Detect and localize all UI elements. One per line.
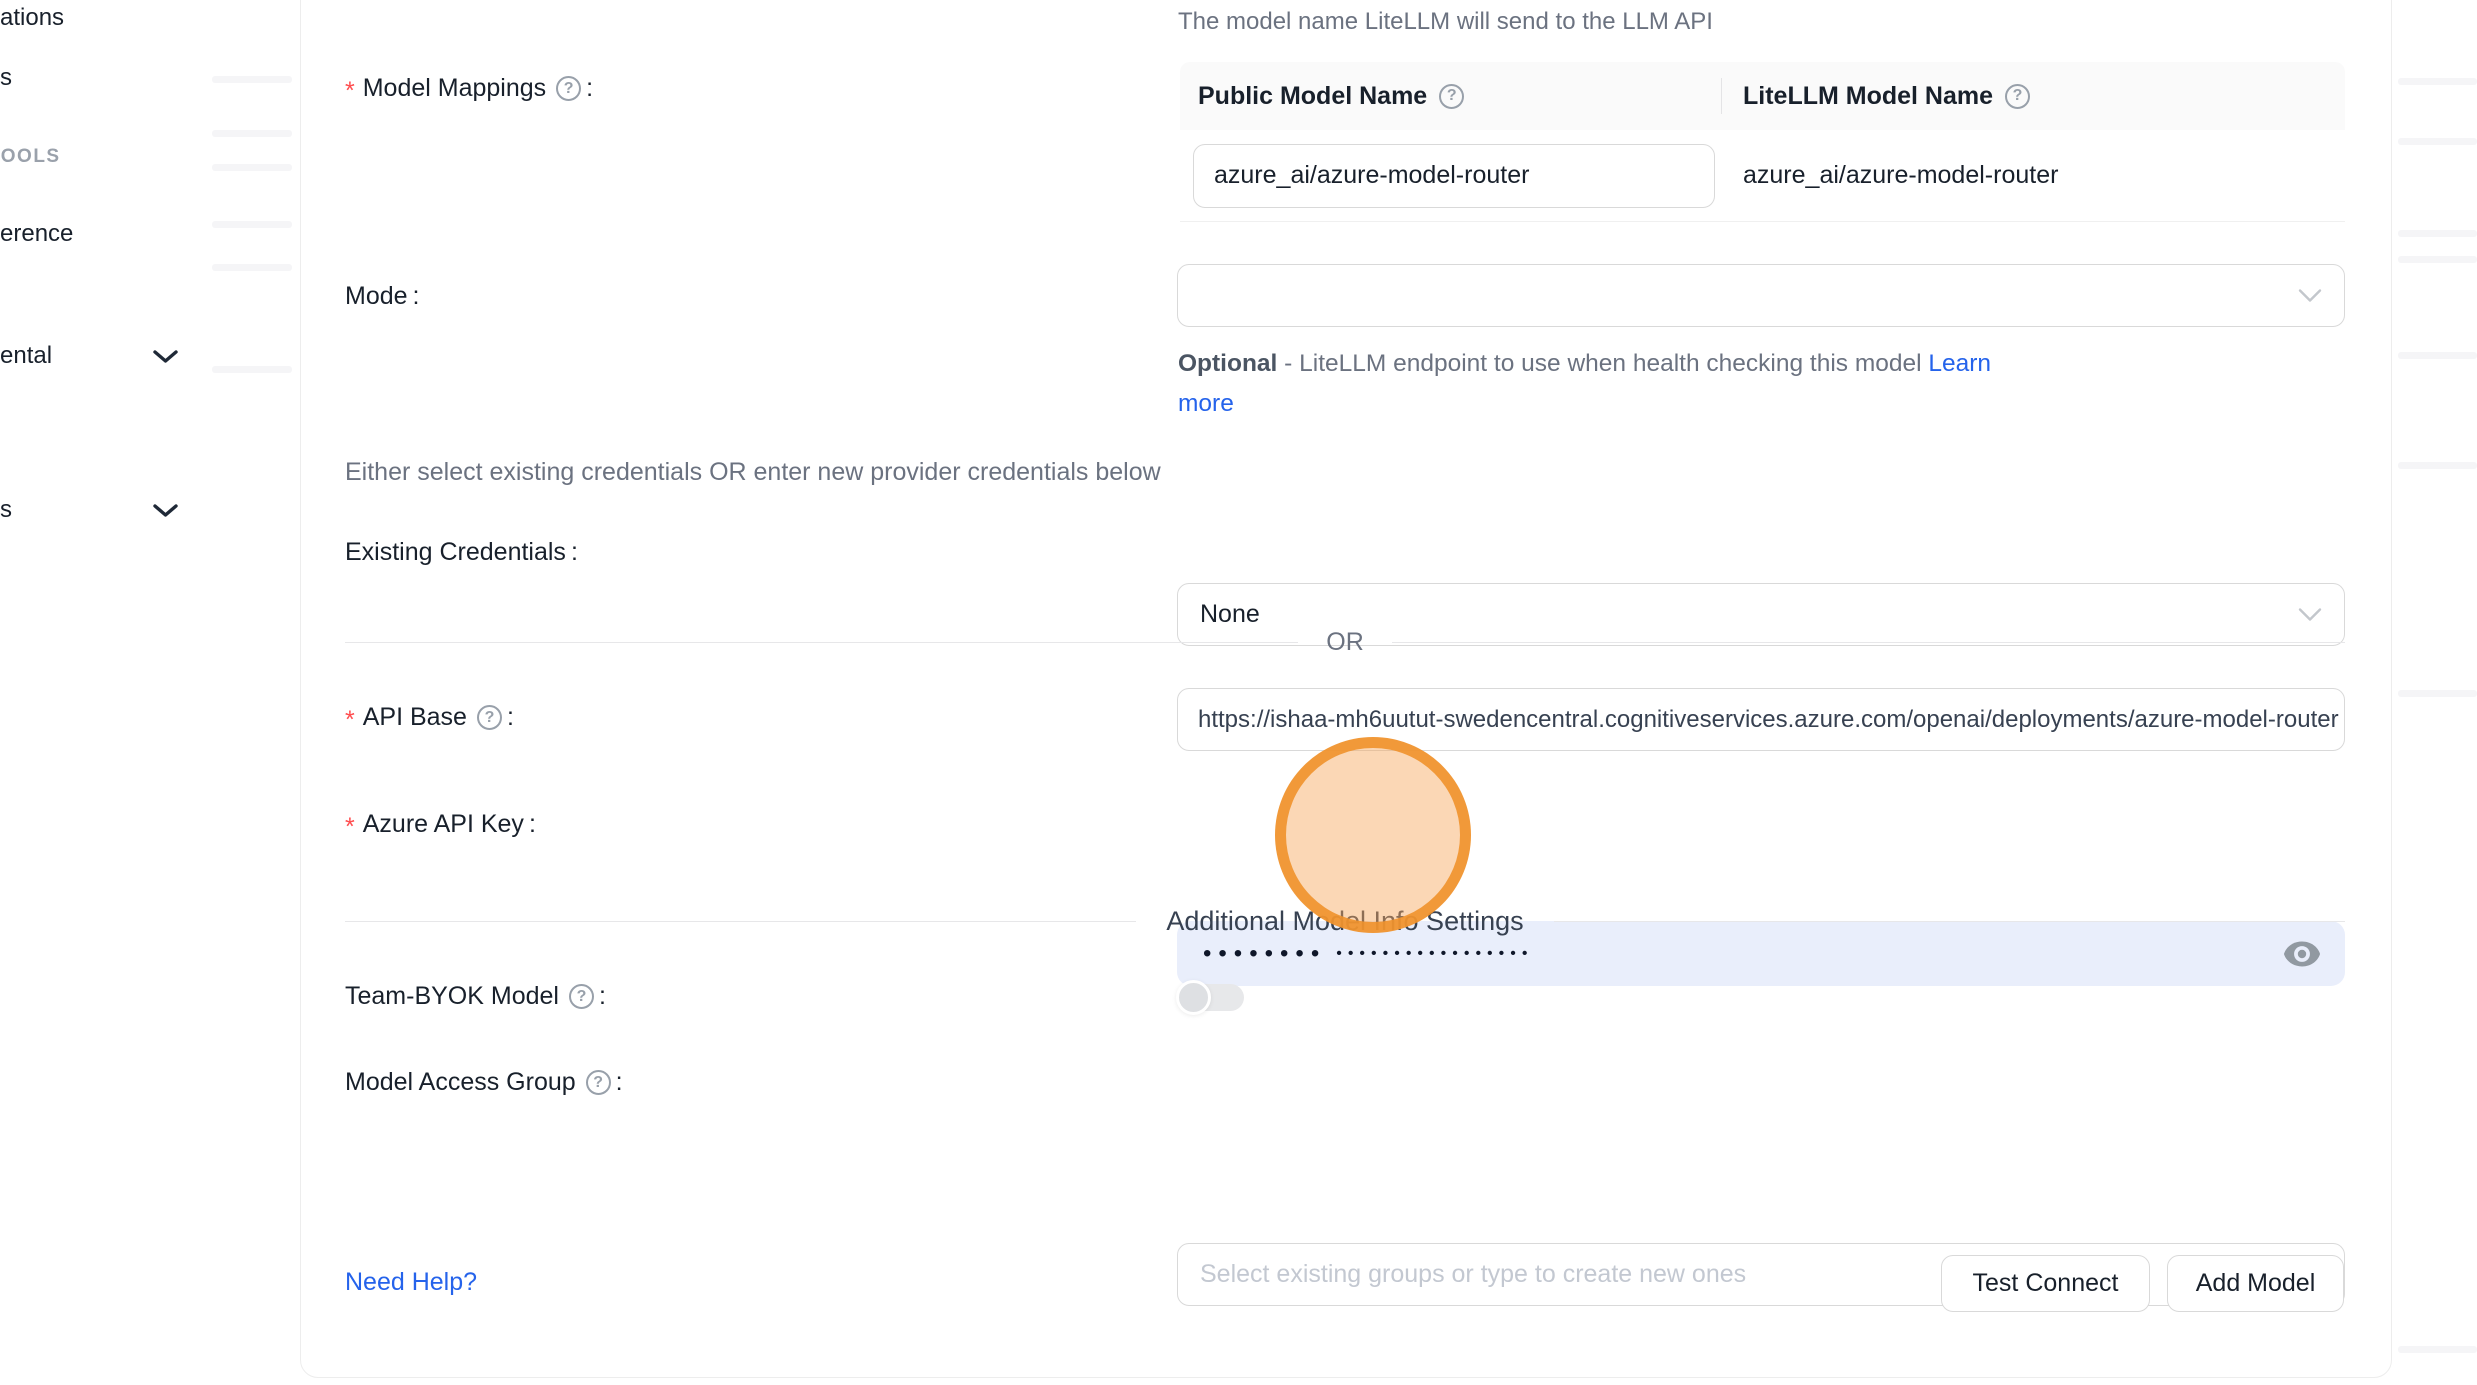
- question-circle-icon[interactable]: ?: [556, 76, 581, 101]
- api-base-input[interactable]: https://ishaa-mh6uutut-swedencentral.cog…: [1177, 688, 2345, 751]
- model-mappings-label: * Model Mappings ? :: [345, 74, 593, 103]
- background-row-line: [212, 76, 292, 83]
- sidebar-item-fragment[interactable]: s: [0, 64, 12, 92]
- column-header-litellm-model-name: LiteLLM Model Name ?: [1721, 82, 2030, 111]
- table-row: azure_ai/azure-model-router azure_ai/azu…: [1180, 130, 2345, 222]
- credentials-note: Either select existing credentials OR en…: [345, 458, 1161, 487]
- required-mark: *: [345, 708, 355, 733]
- learn-more-link[interactable]: Learn: [1928, 350, 1991, 377]
- model-mappings-table: Public Model Name ? LiteLLM Model Name ?…: [1180, 62, 2345, 222]
- add-model-button[interactable]: Add Model: [2167, 1255, 2344, 1312]
- sidebar-item-fragment[interactable]: ations: [0, 4, 64, 32]
- existing-credentials-value: None: [1200, 600, 1260, 629]
- mode-help-text: Optional - LiteLLM endpoint to use when …: [1178, 344, 1991, 424]
- additional-settings-divider-text: Additional Model Info Settings: [1166, 906, 1523, 937]
- mode-select[interactable]: [1177, 264, 2345, 327]
- test-connect-button[interactable]: Test Connect: [1941, 1255, 2150, 1312]
- required-mark: *: [345, 79, 355, 104]
- password-dots: ••••••••: [1203, 942, 1326, 966]
- chevron-down-icon: [2298, 607, 2322, 622]
- chevron-down-icon[interactable]: [152, 349, 179, 370]
- question-circle-icon[interactable]: ?: [477, 705, 502, 730]
- password-dots: •••••••••••••••••: [1336, 946, 1533, 962]
- question-circle-icon[interactable]: ?: [2005, 84, 2030, 109]
- sidebar-item-fragment[interactable]: s: [0, 496, 12, 524]
- sidebar-section-tools: TOOLS: [0, 146, 61, 168]
- mode-label: Mode :: [345, 282, 420, 311]
- additional-settings-divider: Additional Model Info Settings: [345, 903, 2345, 939]
- existing-credentials-label: Existing Credentials :: [345, 538, 578, 567]
- need-help-link[interactable]: Need Help?: [345, 1268, 477, 1297]
- or-divider-text: OR: [1326, 628, 1364, 657]
- background-row-line: [212, 130, 292, 137]
- eye-icon[interactable]: [2283, 940, 2321, 968]
- column-header-public-model-name: Public Model Name ?: [1180, 82, 1721, 111]
- model-name-help-text: The model name LiteLLM will send to the …: [1178, 8, 1713, 36]
- background-row-line: [212, 366, 292, 373]
- azure-api-key-label: * Azure API Key :: [345, 810, 536, 839]
- litellm-model-name-value: azure_ai/azure-model-router: [1721, 161, 2058, 190]
- sidebar-item-fragment[interactable]: ental: [0, 342, 52, 370]
- team-byok-label: Team-BYOK Model ? :: [345, 982, 606, 1011]
- background-row-line: [2398, 352, 2477, 359]
- background-row-line: [2398, 78, 2477, 85]
- chevron-down-icon[interactable]: [152, 503, 179, 524]
- required-mark: *: [345, 815, 355, 840]
- background-row-line: [2398, 690, 2477, 697]
- learn-more-link[interactable]: more: [1178, 390, 1234, 417]
- or-divider: OR: [345, 626, 2345, 658]
- background-row-line: [2398, 256, 2477, 263]
- background-row-line: [2398, 138, 2477, 145]
- toggle-knob: [1176, 980, 1211, 1015]
- team-byok-toggle[interactable]: [1178, 980, 1248, 1014]
- model-access-group-placeholder: Select existing groups or type to create…: [1200, 1260, 1746, 1289]
- api-base-label: * API Base ? :: [345, 703, 514, 732]
- column-separator: [1721, 78, 1722, 114]
- background-row-line: [2398, 230, 2477, 237]
- background-row-line: [2398, 462, 2477, 469]
- background-row-line: [2398, 1346, 2477, 1353]
- model-access-group-label: Model Access Group ? :: [345, 1068, 623, 1097]
- question-circle-icon[interactable]: ?: [1439, 84, 1464, 109]
- question-circle-icon[interactable]: ?: [569, 984, 594, 1009]
- table-header-row: Public Model Name ? LiteLLM Model Name ?: [1180, 62, 2345, 130]
- chevron-down-icon: [2298, 288, 2322, 303]
- background-row-line: [212, 164, 292, 171]
- sidebar-item-fragment[interactable]: erence: [0, 220, 73, 248]
- background-row-line: [212, 221, 292, 228]
- background-row-line: [212, 264, 292, 271]
- question-circle-icon[interactable]: ?: [586, 1070, 611, 1095]
- add-model-screen: ations s TOOLS erence ental s The model …: [0, 0, 2477, 1385]
- public-model-name-input[interactable]: azure_ai/azure-model-router: [1193, 144, 1715, 208]
